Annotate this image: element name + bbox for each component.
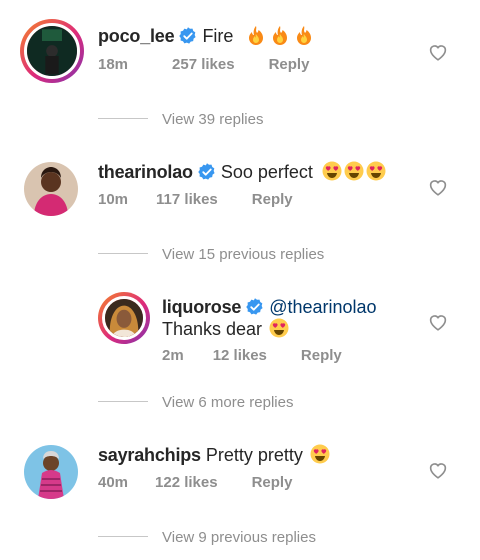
avatar-image: [24, 162, 78, 216]
comment-time: 2m: [162, 347, 184, 364]
divider-line: [98, 401, 148, 402]
heart-eyes-emoji-icon: [269, 318, 289, 338]
avatar-thearinolao[interactable]: [24, 162, 78, 216]
likes-count[interactable]: 117 likes: [156, 191, 218, 208]
comment-meta: 40m 122 likes Reply: [98, 474, 292, 491]
likes-count[interactable]: 257 likes: [172, 56, 235, 73]
username[interactable]: sayrahchips: [98, 445, 201, 465]
comment-text: Fire: [202, 26, 234, 46]
username[interactable]: poco_lee: [98, 26, 175, 46]
view-replies-button[interactable]: View 39 replies: [98, 111, 263, 128]
avatar-image: [27, 26, 77, 76]
avatar-poco-lee[interactable]: [20, 19, 84, 83]
avatar-image: [105, 299, 143, 337]
verified-badge-icon: [197, 162, 217, 182]
likes-count[interactable]: 122 likes: [155, 474, 218, 491]
comment-meta: 10m 117 likes Reply: [98, 191, 293, 208]
like-heart-icon[interactable]: [428, 461, 448, 479]
reply-button[interactable]: Reply: [252, 474, 293, 491]
divider-line: [98, 253, 148, 254]
comment-text: Pretty pretty: [205, 445, 303, 465]
comment-text: Soo perfect: [220, 162, 313, 182]
fire-emoji-icon: [270, 25, 290, 45]
heart-eyes-emoji-icon: [366, 161, 386, 181]
avatar-liquorose[interactable]: [98, 292, 150, 344]
like-heart-icon[interactable]: [428, 178, 448, 196]
view-replies-label: View 15 previous replies: [162, 246, 325, 263]
heart-eyes-emoji-icon: [322, 161, 342, 181]
comment-line: thearinolao Soo perfect: [98, 161, 386, 183]
divider-line: [98, 118, 148, 119]
like-heart-icon[interactable]: [428, 43, 448, 61]
view-replies-label: View 6 more replies: [162, 394, 294, 411]
reply-button[interactable]: Reply: [301, 347, 342, 364]
reply-button[interactable]: Reply: [269, 56, 310, 73]
heart-eyes-emoji-icon: [310, 444, 330, 464]
divider-line: [98, 536, 148, 537]
comment-meta: 18m 257 likes Reply: [98, 56, 309, 73]
view-replies-label: View 39 replies: [162, 111, 264, 128]
comment-line-2: Thanks dear: [162, 318, 289, 340]
comment-text: Thanks dear: [162, 319, 263, 339]
avatar-sayrahchips[interactable]: [24, 445, 78, 499]
comment-time: 18m: [98, 56, 129, 73]
view-previous-replies-button[interactable]: View 9 previous replies: [98, 529, 316, 546]
view-previous-replies-button[interactable]: View 15 previous replies: [98, 246, 324, 263]
comment-time: 40m: [98, 474, 129, 491]
heart-eyes-emoji-icon: [344, 161, 364, 181]
view-more-replies-button[interactable]: View 6 more replies: [98, 394, 293, 411]
comment-line: liquorose @thearinolao: [162, 296, 377, 318]
avatar-image: [24, 445, 78, 499]
likes-count[interactable]: 12 likes: [213, 347, 267, 364]
verified-badge-icon: [178, 26, 198, 46]
view-replies-label: View 9 previous replies: [162, 529, 316, 546]
username[interactable]: liquorose: [162, 297, 241, 317]
reply-button[interactable]: Reply: [252, 191, 293, 208]
comment-line: sayrahchips Pretty pretty: [98, 444, 330, 466]
mention-link[interactable]: @thearinolao: [269, 297, 376, 317]
username[interactable]: thearinolao: [98, 162, 193, 182]
fire-emoji-icon: [246, 25, 266, 45]
comment-line: poco_lee Fire: [98, 25, 314, 47]
fire-emoji-icon: [294, 25, 314, 45]
like-heart-icon[interactable]: [428, 313, 448, 331]
comment-meta: 2m 12 likes Reply: [162, 347, 342, 364]
verified-badge-icon: [245, 297, 265, 317]
comment-time: 10m: [98, 191, 129, 208]
